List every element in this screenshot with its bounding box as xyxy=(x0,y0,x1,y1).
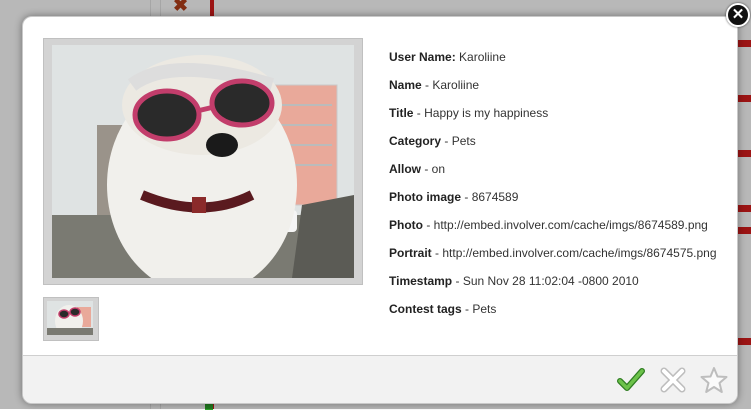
photo-details: User Name: Karoliine Name - Karoliine Ti… xyxy=(389,49,729,329)
field-label: Photo image xyxy=(389,190,462,204)
main-photo xyxy=(43,38,363,285)
field-label: Photo xyxy=(389,218,423,232)
field-label: Category xyxy=(389,134,442,148)
field-value: - 8674589 xyxy=(464,190,519,204)
detail-row-allow: Allow - on xyxy=(389,161,729,177)
approve-button[interactable] xyxy=(617,366,645,394)
field-label: Title xyxy=(389,106,414,120)
close-icon: ✕ xyxy=(731,6,745,23)
star-outline-icon xyxy=(700,367,728,393)
detail-row-photo: Photo - http://embed.involver.com/cache/… xyxy=(389,217,729,233)
field-value: - Pets xyxy=(465,302,497,316)
field-value: - Pets xyxy=(444,134,476,148)
dog-photo-image xyxy=(52,45,354,278)
detail-row-contest-tags: Contest tags - Pets xyxy=(389,301,729,317)
field-label: Timestamp xyxy=(389,274,453,288)
field-value: - http://embed.involver.com/cache/imgs/8… xyxy=(435,246,717,260)
field-value: - Happy is my happiness xyxy=(416,106,549,120)
field-value: - Karoliine xyxy=(425,78,480,92)
thumbnail-image xyxy=(47,301,93,335)
field-value: - Sun Nov 28 11:02:04 -0800 2010 xyxy=(455,274,639,288)
reject-button[interactable] xyxy=(659,366,687,394)
detail-row-timestamp: Timestamp - Sun Nov 28 11:02:04 -0800 20… xyxy=(389,273,729,289)
field-value: Karoliine xyxy=(459,50,506,64)
detail-row-user-name: User Name: Karoliine xyxy=(389,49,729,65)
field-label: Contest tags xyxy=(389,302,462,316)
checkmark-icon xyxy=(617,368,645,391)
field-value: - http://embed.involver.com/cache/imgs/8… xyxy=(426,218,708,232)
field-label: Name xyxy=(389,78,422,92)
field-label: Allow xyxy=(389,162,421,176)
detail-row-title: Title - Happy is my happiness xyxy=(389,105,729,121)
photo-detail-dialog: User Name: Karoliine Name - Karoliine Ti… xyxy=(22,16,738,404)
photo-thumbnail[interactable] xyxy=(43,297,99,341)
close-dialog-button[interactable]: ✕ xyxy=(726,3,750,27)
x-outline-icon xyxy=(660,367,686,393)
detail-row-portrait: Portrait - http://embed.involver.com/cac… xyxy=(389,245,729,261)
field-value: - on xyxy=(424,162,446,176)
detail-row-photo-image: Photo image - 8674589 xyxy=(389,189,729,205)
field-label: Portrait xyxy=(389,246,432,260)
detail-row-category: Category - Pets xyxy=(389,133,729,149)
detail-row-name: Name - Karoliine xyxy=(389,77,729,93)
field-label: User Name: xyxy=(389,50,456,64)
dialog-footer xyxy=(23,355,737,403)
favorite-button[interactable] xyxy=(700,366,728,394)
